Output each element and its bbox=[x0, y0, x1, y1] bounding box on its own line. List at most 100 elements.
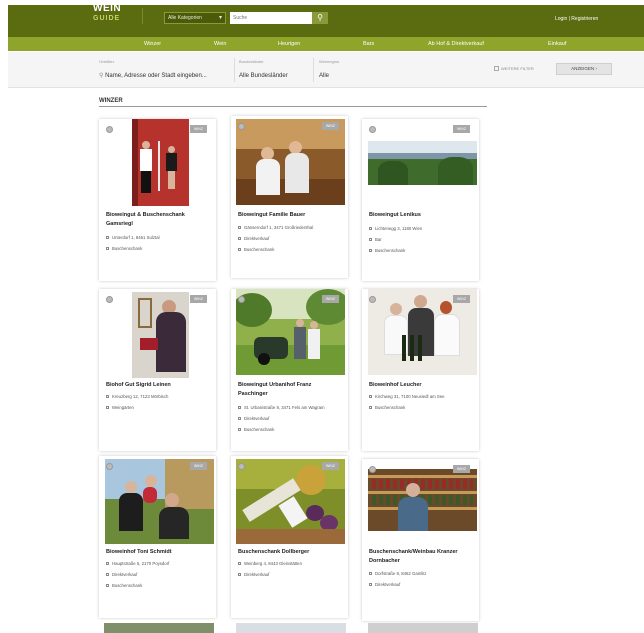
region-filter-label: Weinregion bbox=[319, 59, 340, 64]
favorite-icon[interactable] bbox=[106, 463, 113, 470]
winery-detail: Weinberg 4, 8443 Gleinstätten bbox=[238, 558, 341, 569]
more-filters-toggle[interactable]: WEITERE FILTER bbox=[494, 66, 534, 72]
search-icon: ⚲ bbox=[317, 13, 323, 22]
favorite-icon[interactable] bbox=[106, 126, 113, 133]
tag-icon bbox=[369, 249, 372, 253]
filter-bar: Ortsfilter ⚲ Name, Adresse oder Stadt ei… bbox=[8, 52, 644, 88]
logo-line-2: GUIDE bbox=[93, 15, 121, 22]
winery-detail: Direktverkauf bbox=[238, 233, 341, 244]
winery-detail: Buschenschank bbox=[238, 424, 341, 435]
category-badge: WINZ bbox=[453, 465, 470, 473]
category-badge: WINZ bbox=[453, 125, 470, 133]
winery-detail: Buschenschank bbox=[238, 244, 341, 255]
tag-icon bbox=[238, 237, 241, 241]
winery-detail: Bar bbox=[369, 234, 472, 245]
winery-detail: Direktverkauf bbox=[238, 569, 341, 580]
winery-name[interactable]: Biohof Gut Sigrid Leinen bbox=[106, 381, 209, 390]
winery-card[interactable]: WINZ Biohof Gut Sigrid Leinen Kreuzberg … bbox=[99, 289, 216, 451]
winery-card[interactable]: WINZ Bioweinhof Leucher Kirchweg 31, 710… bbox=[362, 289, 479, 451]
tag-icon bbox=[106, 406, 109, 410]
winery-detail: Gänserndorf 1, 3471 Großriedenthal bbox=[238, 222, 341, 233]
winery-detail: Dorfstraße 8, 8462 Gamlitz bbox=[369, 568, 472, 579]
winery-card[interactable]: WINZ Bioweingut Familie Bauer Gänserndor… bbox=[231, 116, 348, 278]
winery-name[interactable]: Bioweingut Lenikus bbox=[369, 211, 472, 220]
category-select[interactable]: Alle Kategorien ▾ bbox=[164, 12, 226, 24]
winery-card[interactable]: WINZ Bioweinhof Toni Schmidt Hauptstraße… bbox=[99, 456, 216, 618]
tag-icon bbox=[369, 406, 372, 410]
category-badge: WINZ bbox=[322, 462, 339, 470]
location-icon bbox=[106, 562, 109, 566]
chevron-down-icon: ▾ bbox=[218, 15, 222, 21]
location-icon bbox=[369, 227, 372, 231]
nav-item-heurigen[interactable]: Heurigen bbox=[278, 37, 300, 51]
category-select-value: Alle Kategorien bbox=[168, 15, 202, 21]
location-icon bbox=[238, 562, 241, 566]
section-title: WINZER bbox=[99, 98, 123, 104]
category-badge: WINZ bbox=[190, 295, 207, 303]
winery-photo bbox=[236, 459, 345, 544]
winery-name[interactable]: Bioweingut Urbanihof Franz Paschinger bbox=[238, 381, 341, 399]
nav-item-winzer[interactable]: Winzer bbox=[144, 37, 161, 51]
next-card-preview bbox=[104, 623, 214, 633]
tag-icon bbox=[238, 248, 241, 252]
favorite-icon[interactable] bbox=[238, 123, 245, 130]
category-badge: WINZ bbox=[322, 122, 339, 130]
nav-item-wein[interactable]: Wein bbox=[214, 37, 226, 51]
logo-divider bbox=[142, 8, 143, 24]
tag-icon bbox=[106, 584, 109, 588]
category-badge: WINZ bbox=[190, 462, 207, 470]
winery-name[interactable]: Bioweingut & Buschenschank Gamsriegl bbox=[106, 211, 209, 229]
nav-item-einkauf[interactable]: Einkauf bbox=[548, 37, 566, 51]
winery-card[interactable]: WINZ Buschenschank/Weinbau Kranzer Dornb… bbox=[362, 459, 479, 621]
winery-name[interactable]: Buschenschank Dollberger bbox=[238, 548, 341, 557]
search-input[interactable] bbox=[230, 12, 312, 24]
winery-name[interactable]: Bioweinhof Leucher bbox=[369, 381, 472, 390]
filter-divider bbox=[234, 58, 235, 82]
location-filter[interactable]: Ortsfilter ⚲ Name, Adresse oder Stadt ei… bbox=[99, 58, 207, 82]
tag-icon bbox=[238, 428, 241, 432]
state-filter-value[interactable]: Alle Bundesländer bbox=[239, 70, 288, 82]
winery-name[interactable]: Buschenschank/Weinbau Kranzer Dornbacher bbox=[369, 548, 472, 566]
site-logo[interactable]: WEIN GUIDE bbox=[93, 4, 133, 24]
winery-photo bbox=[368, 469, 477, 531]
winery-photo bbox=[368, 141, 477, 185]
winery-name[interactable]: Bioweingut Familie Bauer bbox=[238, 211, 341, 220]
nav-item-ab-hof[interactable]: Ab Hof & Direktverkauf bbox=[428, 37, 484, 51]
winery-detail: Direktverkauf bbox=[369, 579, 472, 590]
winery-card[interactable]: WINZ Bioweingut & Buschenschank Gamsrieg… bbox=[99, 119, 216, 281]
favorite-icon[interactable] bbox=[369, 296, 376, 303]
login-link[interactable]: Login | Registrieren bbox=[555, 16, 598, 22]
region-filter[interactable]: Weinregion Alle bbox=[319, 58, 339, 82]
favorite-icon[interactable] bbox=[106, 296, 113, 303]
winery-name[interactable]: Bioweinhof Toni Schmidt bbox=[106, 548, 209, 557]
winery-card[interactable]: WINZ Bioweingut Urbanihof Franz Pasching… bbox=[231, 289, 348, 451]
tag-icon bbox=[238, 417, 241, 421]
location-filter-input[interactable]: Name, Adresse oder Stadt eingeben... bbox=[105, 73, 207, 79]
winery-detail: Buschenschank bbox=[369, 245, 472, 256]
winery-detail: Buschenschank bbox=[106, 243, 209, 254]
favorite-icon[interactable] bbox=[369, 466, 376, 473]
favorite-icon[interactable] bbox=[238, 463, 245, 470]
state-filter[interactable]: Bundesländer Alle Bundesländer bbox=[239, 58, 288, 82]
chevron-right-icon: › bbox=[595, 66, 597, 71]
winery-detail: Direktverkauf bbox=[238, 413, 341, 424]
next-card-preview bbox=[236, 623, 346, 633]
region-filter-value[interactable]: Alle bbox=[319, 70, 339, 82]
winery-detail: St. Urbanistraße 8, 3471 Fels am Wagram bbox=[238, 402, 341, 413]
winery-photo bbox=[132, 119, 189, 206]
next-card-preview bbox=[368, 623, 478, 633]
winery-detail: Unterdorf 1, 8461 Sulztal bbox=[106, 232, 209, 243]
winery-card[interactable]: WINZ Buschenschank Dollberger Weinberg 4… bbox=[231, 456, 348, 618]
filter-divider bbox=[313, 58, 314, 82]
more-filters-label: WEITERE FILTER bbox=[501, 66, 534, 71]
tag-icon bbox=[238, 573, 241, 577]
search-button[interactable]: ⚲ bbox=[312, 12, 328, 24]
favorite-icon[interactable] bbox=[238, 296, 245, 303]
main-navigation: Winzer Wein Heurigen Bars Ab Hof & Direk… bbox=[8, 37, 644, 51]
nav-item-bars[interactable]: Bars bbox=[363, 37, 374, 51]
show-results-button[interactable]: ANZEIGEN › bbox=[556, 63, 612, 75]
winery-detail: Kirchweg 31, 7100 Neusiedl am See bbox=[369, 391, 472, 402]
tag-icon bbox=[369, 238, 372, 242]
favorite-icon[interactable] bbox=[369, 126, 376, 133]
winery-card[interactable]: WINZ Bioweingut Lenikus Lichtenegg 3, 11… bbox=[362, 119, 479, 281]
